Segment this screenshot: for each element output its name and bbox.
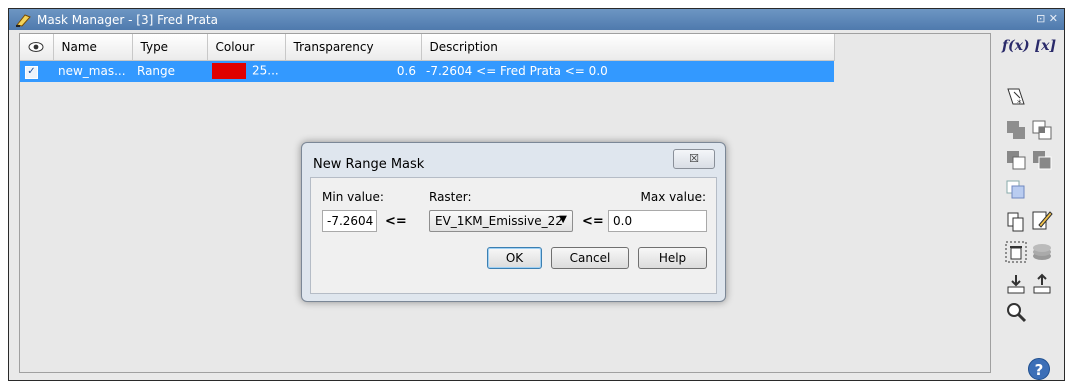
ok-button[interactable]: OK — [487, 247, 542, 269]
table-header-row: Name Type Colour Transparency Descriptio… — [20, 34, 835, 61]
colour-swatch — [212, 63, 246, 80]
raster-select[interactable]: EV_1KM_Emissive_22 ▼ — [429, 210, 573, 232]
intersection-icon[interactable] — [1031, 119, 1053, 141]
transfer-mask-icon[interactable] — [1031, 241, 1053, 263]
mask-table: Name Type Colour Transparency Descriptio… — [20, 34, 835, 82]
colour-value: 25... — [252, 63, 279, 78]
mask-description-cell[interactable]: -7.2604 <= Fred Prata <= 0.0 — [421, 60, 834, 82]
dialog-body: Min value: Raster: Max value: -7.2604 <=… — [310, 177, 717, 294]
max-value-input[interactable]: 0.0 — [608, 210, 707, 232]
mask-transparency-cell[interactable]: 0.6 — [285, 60, 421, 82]
import-mask-icon[interactable] — [1005, 273, 1027, 295]
column-header-visibility[interactable] — [20, 34, 54, 61]
min-value-input[interactable]: -7.2604 — [322, 210, 377, 232]
cancel-button[interactable]: Cancel — [551, 247, 629, 269]
less-equal-left: <= — [385, 214, 407, 229]
title-bar: Mask Manager - [3] Fred Prata ⊡ ✕ — [9, 9, 1064, 30]
mask-manager-icon — [16, 13, 31, 27]
visibility-checkbox[interactable]: ✓ — [25, 66, 38, 80]
eye-icon — [28, 42, 44, 53]
edit-mask-icon[interactable] — [1031, 209, 1053, 231]
mask-name-cell[interactable]: new_mas... — [53, 60, 132, 82]
new-range-mask-dialog: New Range Mask ☒ Min value: Raster: Max … — [301, 142, 726, 302]
min-value-label: Min value: — [322, 190, 384, 204]
raster-select-value: EV_1KM_Emissive_22 — [435, 214, 563, 228]
column-header-transparency[interactable]: Transparency — [285, 34, 422, 61]
max-value-label: Max value: — [640, 190, 706, 204]
window-controls[interactable]: ⊡ ✕ — [1036, 12, 1058, 25]
visibility-cell[interactable]: ✓ — [20, 60, 53, 82]
mask-type-cell[interactable]: Range — [132, 60, 207, 82]
svg-text:*: * — [1017, 99, 1022, 107]
dialog-help-button[interactable]: Help — [638, 247, 707, 269]
less-equal-right: <= — [582, 214, 604, 229]
export-mask-icon[interactable] — [1031, 273, 1053, 295]
column-header-description[interactable]: Description — [421, 34, 835, 61]
union-icon[interactable] — [1005, 119, 1027, 141]
dialog-title: New Range Mask — [313, 157, 425, 172]
invert-icon[interactable] — [1005, 179, 1027, 201]
mask-colour-cell[interactable]: 25... — [207, 60, 285, 82]
complement-icon[interactable] — [1031, 149, 1053, 171]
new-vector-mask-icon[interactable]: * — [1005, 85, 1027, 107]
zoom-to-mask-icon[interactable] — [1005, 301, 1027, 323]
column-header-colour[interactable]: Colour — [207, 34, 286, 61]
column-header-name[interactable]: Name — [53, 34, 133, 61]
delete-mask-icon[interactable] — [1005, 241, 1027, 263]
table-row[interactable]: ✓ new_mas... Range 25... 0.6 -7.2604 <= … — [20, 60, 834, 82]
window-title: Mask Manager - [3] Fred Prata — [37, 12, 218, 27]
help-button[interactable]: ? — [1028, 358, 1050, 380]
column-header-type[interactable]: Type — [132, 34, 208, 61]
chevron-down-icon: ▼ — [559, 214, 567, 225]
raster-label: Raster: — [429, 190, 472, 204]
mask-toolbar: f(x) [x] * ? — [999, 35, 1059, 380]
expression-button[interactable]: f(x) [x] — [1002, 38, 1056, 54]
dialog-close-button[interactable]: ☒ — [673, 149, 715, 169]
copy-mask-icon[interactable] — [1005, 211, 1027, 233]
difference-icon[interactable] — [1005, 149, 1027, 171]
